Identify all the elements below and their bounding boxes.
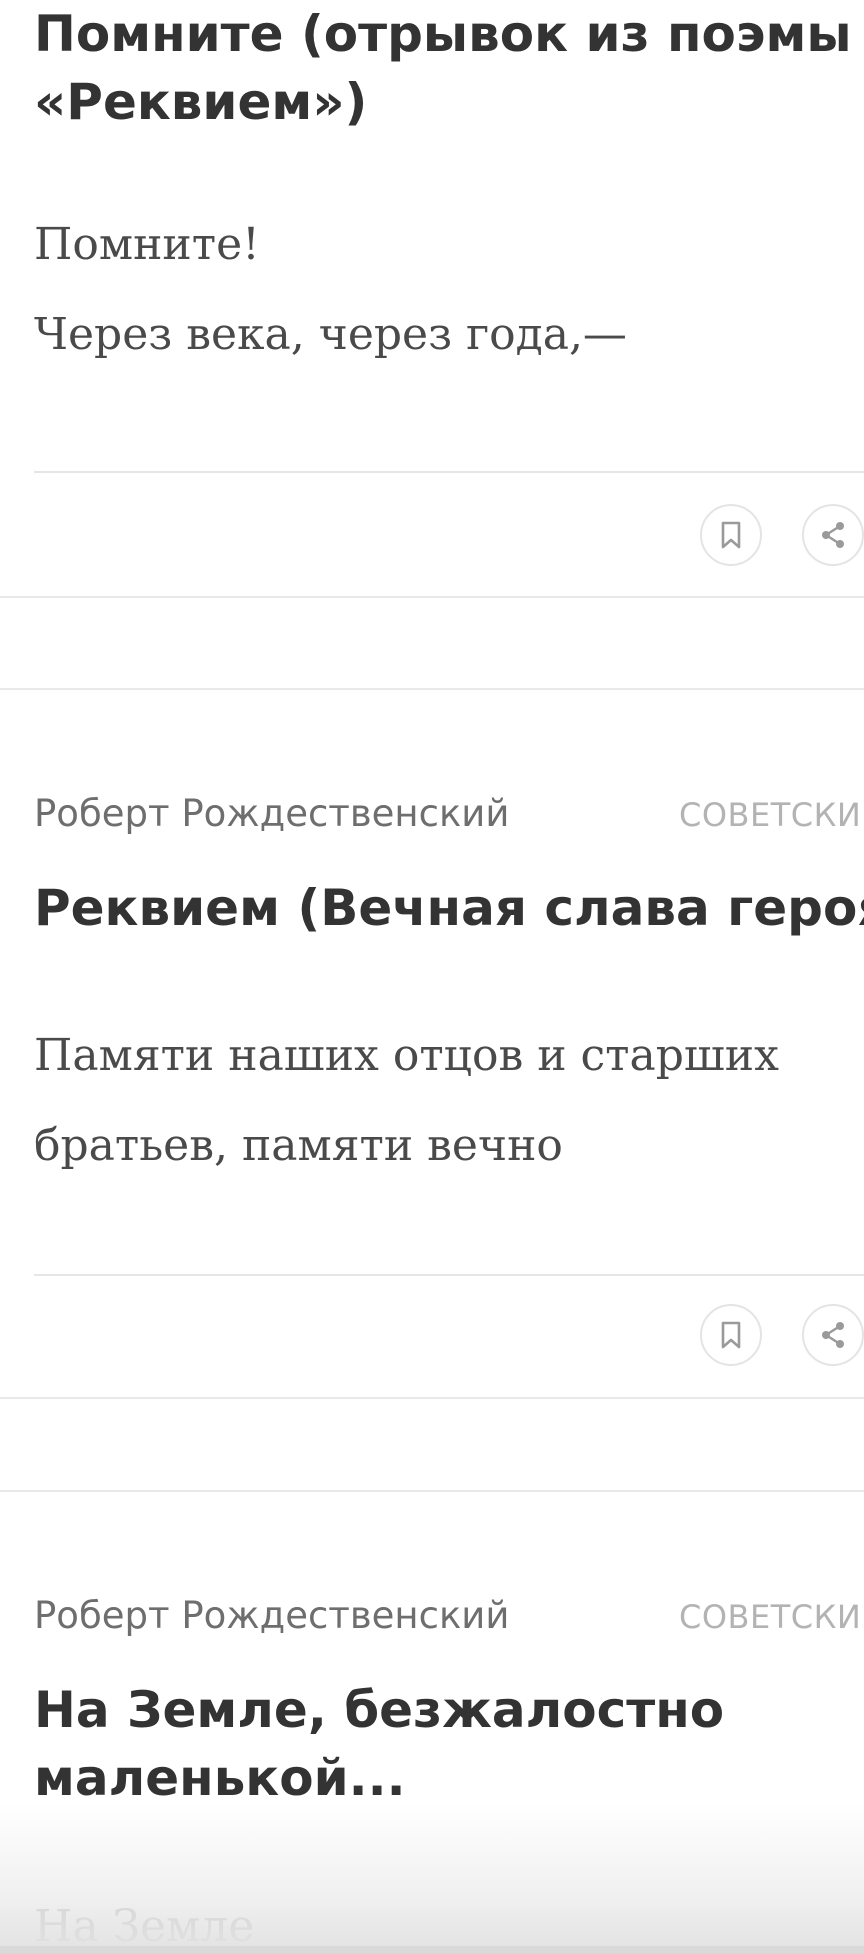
card-separator xyxy=(0,1397,864,1399)
poem-title-line: «Реквием») xyxy=(34,73,368,131)
bookmark-button[interactable] xyxy=(700,504,762,566)
author-name[interactable]: Роберт Рождественский xyxy=(34,1594,509,1637)
poem-card[interactable]: Роберт Рождественский СОВЕТСКИЕ Реквием … xyxy=(0,690,864,1400)
share-button[interactable] xyxy=(802,504,864,566)
author-name[interactable]: Роберт Рождественский xyxy=(34,792,509,835)
poem-title[interactable]: Помните (отрывок из поэмы «Реквием») xyxy=(34,0,864,136)
poem-feed: Помните (отрывок из поэмы «Реквием») Пом… xyxy=(0,0,864,1954)
share-icon xyxy=(818,520,848,550)
poem-excerpt: Помните! Через века, через года,— xyxy=(34,200,854,380)
card-divider xyxy=(34,1274,864,1276)
poem-title-line: маленькой... xyxy=(34,1749,406,1807)
card-separator xyxy=(0,596,864,598)
poem-card[interactable]: Помните (отрывок из поэмы «Реквием») Пом… xyxy=(0,0,864,600)
poem-title-line: Помните (отрывок из поэмы xyxy=(34,5,852,63)
poem-excerpt: На Земле xyxy=(34,1882,854,1954)
share-icon xyxy=(818,1320,848,1350)
poem-title[interactable]: Реквием (Вечная слава героям) xyxy=(34,874,864,942)
excerpt-line: Через века, через года,— xyxy=(34,309,627,360)
bookmark-icon xyxy=(718,520,744,550)
category-label[interactable]: СОВЕТСКИЕ xyxy=(679,1598,864,1636)
poem-title-line: На Земле, безжалостно xyxy=(34,1681,725,1739)
poem-excerpt: Памяти наших отцов и старших братьев, па… xyxy=(34,1011,854,1191)
excerpt-line: Помните! xyxy=(34,219,260,270)
card-divider xyxy=(34,471,864,473)
bottom-edge xyxy=(0,1946,864,1954)
bookmark-icon xyxy=(718,1320,744,1350)
category-label[interactable]: СОВЕТСКИЕ xyxy=(679,796,864,834)
poem-title[interactable]: На Земле, безжалостно маленькой... xyxy=(34,1676,864,1812)
poem-title-line: Реквием (Вечная слава героям) xyxy=(34,879,864,937)
card-meta: Роберт Рождественский СОВЕТСКИЕ xyxy=(34,792,864,836)
bookmark-button[interactable] xyxy=(700,1304,762,1366)
excerpt-line: братьев, памяти вечно xyxy=(34,1120,563,1171)
excerpt-line: Памяти наших отцов и старших xyxy=(34,1030,779,1081)
share-button[interactable] xyxy=(802,1304,864,1366)
poem-card[interactable]: Роберт Рождественский СОВЕТСКИЕ На Земле… xyxy=(0,1492,864,1954)
card-meta: Роберт Рождественский СОВЕТСКИЕ xyxy=(34,1594,864,1638)
excerpt-line: На Земле xyxy=(34,1901,255,1952)
